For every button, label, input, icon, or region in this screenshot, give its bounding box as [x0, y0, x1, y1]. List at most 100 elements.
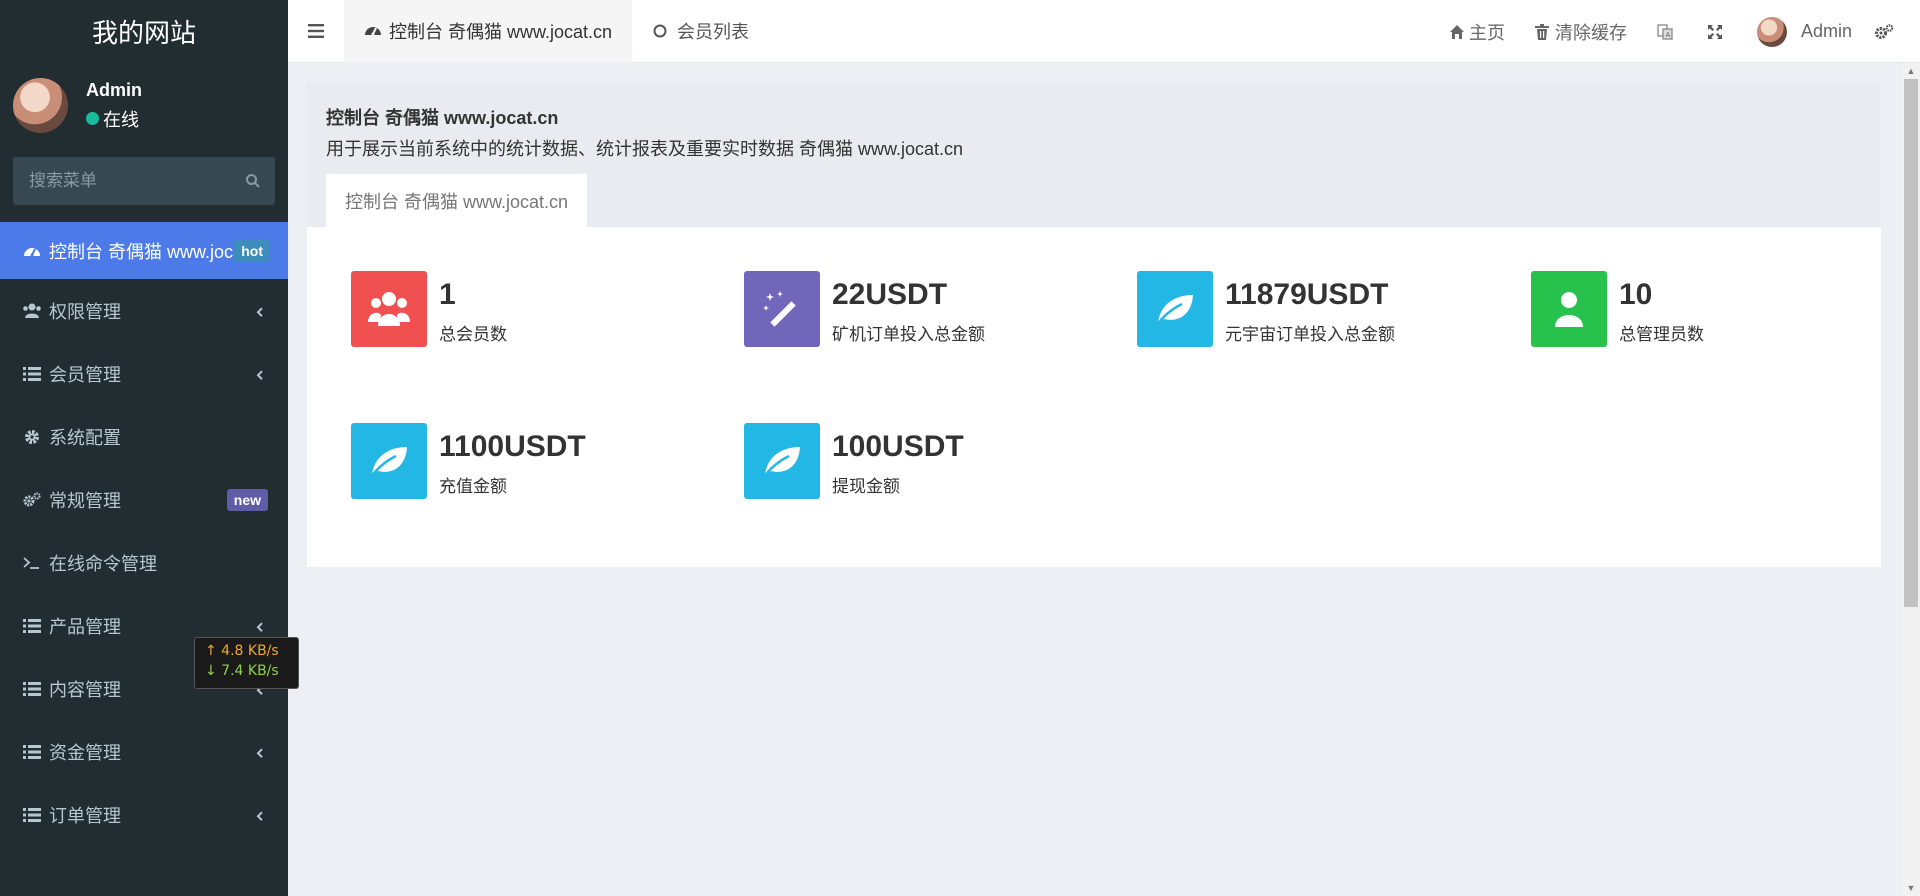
dashboard-icon: [364, 22, 382, 40]
fullscreen-button[interactable]: [1692, 0, 1742, 63]
users-icon: [22, 301, 42, 321]
chevron-left-icon: [254, 369, 266, 381]
stat-total-members: 1 总会员数: [351, 271, 507, 347]
stat-total-admins: 10 总管理员数: [1531, 271, 1704, 347]
stat-label: 充值金额: [439, 477, 507, 496]
panel-tab[interactable]: 控制台 奇偶猫 www.jocat.cn: [326, 174, 588, 227]
magic-wand-icon: [744, 271, 820, 347]
stat-value: 100USDT: [832, 430, 964, 463]
sidebar-item-orders[interactable]: 订单管理: [0, 783, 288, 846]
avatar: [13, 78, 68, 133]
sidebar-item-finance[interactable]: 资金管理: [0, 720, 288, 783]
user-panel: Admin 在线: [0, 63, 288, 148]
sidebar-item-members[interactable]: 会员管理: [0, 342, 288, 405]
chevron-left-icon: [254, 306, 266, 318]
home-label: 主页: [1468, 22, 1505, 43]
stat-label: 总会员数: [439, 325, 507, 344]
sidebar-item-label: 资金管理: [49, 742, 121, 763]
main-content: 控制台 奇偶猫 www.jocat.cn 用于展示当前系统中的统计数据、统计报表…: [307, 83, 1881, 567]
page-description: 用于展示当前系统中的统计数据、统计报表及重要实时数据 奇偶猫 www.jocat…: [326, 139, 964, 159]
stat-withdraw: 100USDT 提现金额: [744, 423, 964, 499]
sidebar-item-general[interactable]: 常规管理 new: [0, 468, 288, 531]
online-status-icon: [86, 112, 99, 125]
sidebar-item-label: 常规管理: [49, 490, 121, 511]
menu-search: [13, 157, 275, 205]
stat-label: 总管理员数: [1619, 325, 1704, 344]
list-icon: [22, 805, 42, 825]
scroll-down-icon[interactable]: ▼: [1902, 880, 1920, 896]
sidebar-item-label: 控制台 奇偶猫 www.jocat.cn: [49, 241, 234, 262]
scrollbar-thumb[interactable]: [1904, 79, 1918, 607]
home-icon: [1449, 24, 1465, 40]
gears-icon: [1874, 23, 1894, 40]
site-logo[interactable]: 我的网站: [0, 0, 288, 63]
stat-value: 1100USDT: [439, 430, 586, 463]
stat-recharge: 1100USDT 充值金额: [351, 423, 586, 499]
search-icon[interactable]: [245, 173, 261, 189]
list-icon: [22, 364, 42, 384]
stat-label: 提现金额: [832, 477, 900, 496]
sidebar-item-label: 会员管理: [49, 364, 121, 385]
menu-search-input[interactable]: [29, 171, 219, 191]
list-icon: [22, 616, 42, 636]
user-status: 在线: [86, 106, 142, 132]
sidebar-item-label: 产品管理: [49, 616, 121, 637]
avatar: [1756, 16, 1787, 47]
home-link[interactable]: 主页: [1434, 0, 1520, 63]
stat-value: 22USDT: [832, 278, 948, 311]
top-header: 控制台 奇偶猫 www.jocat.cn 会员列表 主页 清除缓存 A Admi…: [288, 0, 1920, 63]
vertical-scrollbar[interactable]: ▲ ▼: [1902, 63, 1920, 896]
sidebar-item-label: 内容管理: [49, 679, 121, 700]
clear-cache-label: 清除缓存: [1554, 22, 1627, 43]
stat-miner-orders: 22USDT 矿机订单投入总金额: [744, 271, 985, 347]
stat-label: 元宇宙订单投入总金额: [1225, 325, 1395, 344]
page-title: 控制台 奇偶猫 www.jocat.cn: [326, 108, 559, 128]
terminal-icon: [22, 553, 42, 573]
sidebar-item-online-command[interactable]: 在线命令管理: [0, 531, 288, 594]
gear-icon: [22, 427, 42, 447]
users-icon: [351, 271, 427, 347]
list-icon: [22, 679, 42, 699]
stat-label: 矿机订单投入总金额: [832, 325, 985, 344]
language-button[interactable]: A: [1642, 0, 1692, 63]
translate-icon: A: [1657, 23, 1673, 40]
leaf-icon: [744, 423, 820, 499]
panel-heading: 控制台 奇偶猫 www.jocat.cn 用于展示当前系统中的统计数据、统计报表…: [307, 83, 1881, 227]
scroll-up-icon[interactable]: ▲: [1902, 63, 1920, 79]
hamburger-icon: [308, 24, 324, 38]
user-menu[interactable]: Admin: [1742, 0, 1874, 63]
svg-text:A: A: [1665, 31, 1670, 39]
hot-badge: hot: [234, 239, 270, 262]
tab-dashboard[interactable]: 控制台 奇偶猫 www.jocat.cn: [344, 0, 633, 63]
sidebar-item-label: 在线命令管理: [49, 553, 157, 574]
leaf-icon: [351, 423, 427, 499]
tab-member-list[interactable]: 会员列表: [632, 0, 769, 63]
new-badge: new: [226, 488, 268, 511]
gears-icon: [22, 490, 42, 510]
clear-cache-button[interactable]: 清除缓存: [1520, 0, 1642, 63]
stat-value: 11879USDT: [1225, 278, 1389, 311]
sidebar-item-dashboard[interactable]: 控制台 奇偶猫 www.jocat.cn hot: [0, 222, 288, 279]
leaf-icon: [1137, 271, 1213, 347]
sidebar-menu: 控制台 奇偶猫 www.jocat.cn hot 权限管理 会员管理 系统配置: [0, 222, 288, 846]
sidebar-item-permissions[interactable]: 权限管理: [0, 279, 288, 342]
user-icon: [1531, 271, 1607, 347]
chevron-left-icon: [254, 747, 266, 759]
settings-button[interactable]: [1874, 0, 1920, 63]
circle-icon: [652, 22, 670, 40]
sidebar-item-label: 订单管理: [49, 805, 121, 826]
download-speed: ↓ 7.4 KB/s: [205, 663, 279, 679]
dashboard-icon: [22, 241, 42, 261]
sidebar-item-system-config[interactable]: 系统配置: [0, 405, 288, 468]
header-actions: 主页 清除缓存 A Admin: [1434, 0, 1920, 63]
user-name: Admin: [86, 79, 142, 100]
user-status-label: 在线: [103, 109, 139, 130]
list-icon: [22, 742, 42, 762]
header-user-name: Admin: [1800, 21, 1852, 41]
sidebar-item-label: 权限管理: [49, 301, 121, 322]
stat-value: 10: [1619, 278, 1653, 311]
stats-panel: 1 总会员数 22USDT 矿机订单投入总金额 11879USDT 元宇宙订单投…: [307, 227, 1881, 567]
expand-icon: [1707, 24, 1723, 40]
menu-toggle-button[interactable]: [288, 0, 344, 63]
sidebar-item-label: 系统配置: [49, 427, 121, 448]
